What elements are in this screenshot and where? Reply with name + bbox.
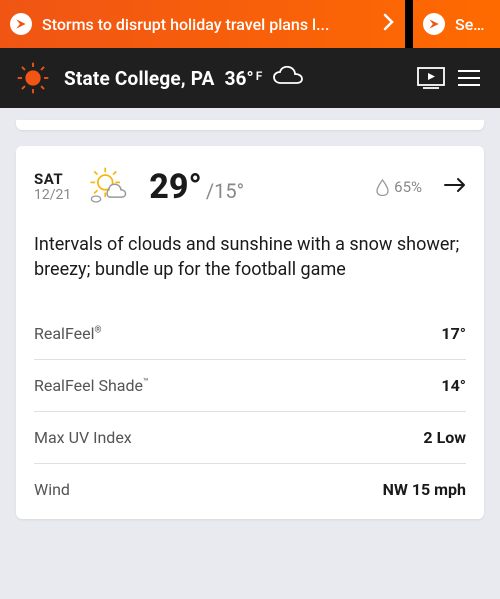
news-divider [405,0,413,48]
current-temp: 36°F [225,67,263,90]
news-text-1: Storms to disrupt holiday travel plans l… [42,15,373,34]
app-header: State College, PA 36°F [0,48,500,108]
detail-value: 2 Low [423,428,466,447]
temp-range: 29° /15° [149,167,244,207]
temp-high: 29° [149,167,202,207]
news-brand-icon [423,13,445,35]
arrow-right-icon [444,177,466,197]
forecast-card: SAT 12/21 29° /15° [16,146,484,519]
detail-label: RealFeel Shade™ [34,376,149,395]
location-name[interactable]: State College, PA [64,67,215,90]
day-block: SAT 12/21 [34,171,71,203]
details-list: RealFeel® 17° RealFeel Shade™ 14° Max UV Ind… [34,308,466,515]
detail-value: 17° [441,324,466,343]
detail-value: 14° [441,376,466,395]
news-item-1[interactable]: Storms to disrupt holiday travel plans l… [0,0,405,48]
news-item-2[interactable]: Sever [413,0,500,48]
chevron-right-icon [383,13,395,35]
precip-value: 65% [394,178,422,196]
detail-label: RealFeel® [34,324,102,343]
detail-row: RealFeel® 17° [34,308,466,360]
detail-label: Max UV Index [34,428,132,447]
forecast-summary-row[interactable]: SAT 12/21 29° /15° [34,164,466,210]
detail-value: NW 15 mph [383,480,466,499]
cloud-icon [272,65,304,91]
news-ticker: Storms to disrupt holiday travel plans l… [0,0,500,48]
content-area: SAT 12/21 29° /15° [0,108,500,531]
day-name: SAT [34,171,71,188]
news-brand-icon [10,13,32,35]
detail-label: Wind [34,480,70,499]
detail-row: Wind NW 15 mph [34,464,466,515]
droplet-icon [376,179,389,196]
precipitation: 65% [376,178,422,196]
detail-row: Max UV Index 2 Low [34,412,466,464]
temp-low: /15° [206,179,244,203]
sun-icon [16,61,50,95]
detail-row: RealFeel Shade™ 14° [34,360,466,412]
previous-card-edge [16,120,484,130]
day-date: 12/21 [34,188,71,203]
forecast-description: Intervals of clouds and sunshine with a … [34,232,466,282]
partly-cloudy-icon [85,164,131,210]
menu-button[interactable] [450,59,488,97]
video-button[interactable] [412,59,450,97]
news-text-2: Sever [455,15,490,34]
